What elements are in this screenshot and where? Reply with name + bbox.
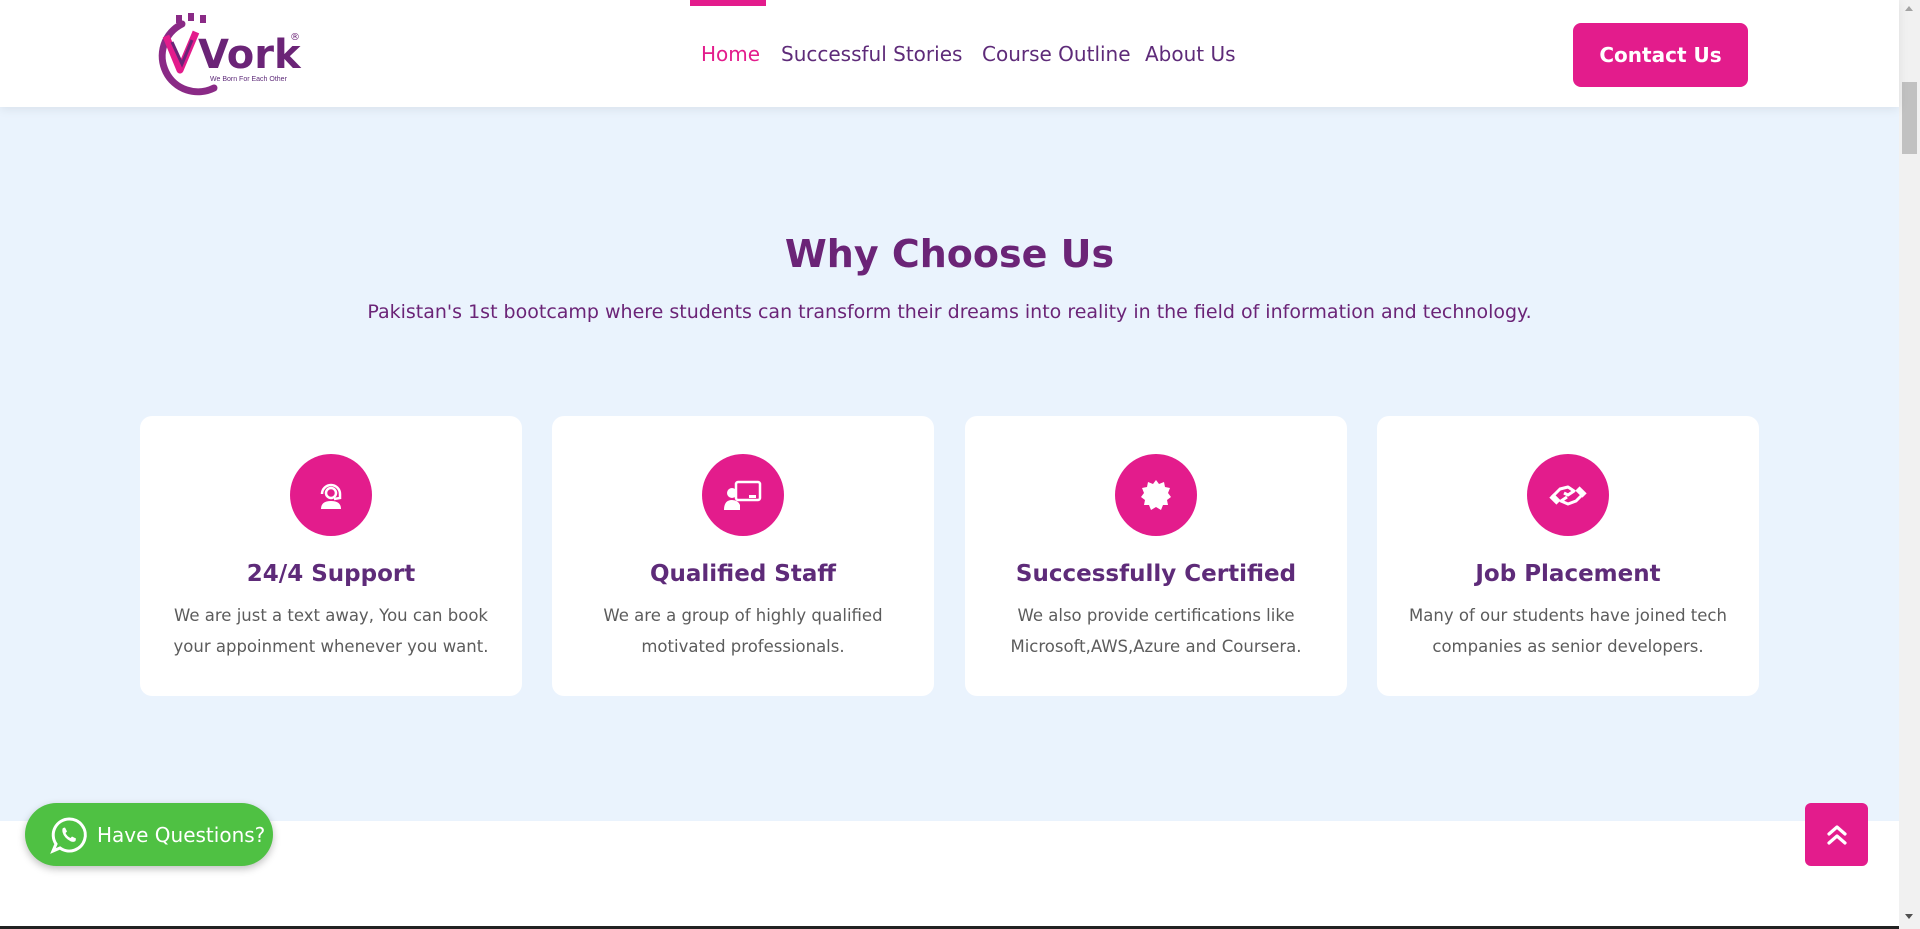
whatsapp-chat-button[interactable]: Have Questions? xyxy=(25,803,273,866)
nav-active-indicator xyxy=(690,0,766,6)
nav-about-us[interactable]: About Us xyxy=(1145,42,1236,66)
vork-logo[interactable]: Vork ® We Born For Each Other xyxy=(142,12,302,96)
whatsapp-icon xyxy=(50,816,88,854)
card-text: Many of our students have joined tech co… xyxy=(1409,606,1727,656)
logo-mark: Vork ® xyxy=(158,13,302,96)
feature-card-certified: Successfully Certified We also provide c… xyxy=(965,416,1347,696)
scroll-to-top-button[interactable] xyxy=(1805,803,1868,866)
support-agent-icon xyxy=(290,454,372,536)
nav-home[interactable]: Home xyxy=(701,42,760,66)
double-chevron-up-icon xyxy=(1826,824,1847,845)
contact-us-button[interactable]: Contact Us xyxy=(1573,23,1748,87)
why-choose-us-section: Why Choose Us Pakistan's 1st bootcamp wh… xyxy=(0,107,1899,821)
vertical-scrollbar[interactable] xyxy=(1899,0,1920,929)
card-text: We are just a text away, You can book yo… xyxy=(173,606,489,656)
feature-card-support: 24/4 Support We are just a text away, Yo… xyxy=(140,416,522,696)
site-header: Vork ® We Born For Each Other Home Succe… xyxy=(0,0,1899,107)
nav-course-outline[interactable]: Course Outline xyxy=(982,42,1131,66)
logo-tagline: We Born For Each Other xyxy=(210,76,287,83)
section-subtitle: Pakistan's 1st bootcamp where students c… xyxy=(367,301,1532,323)
card-text: We also provide certifications like Micr… xyxy=(1010,606,1302,656)
card-text: We are a group of highly qualified motiv… xyxy=(603,606,883,656)
registered-mark: ® xyxy=(290,32,300,43)
scroll-up-arrow-icon[interactable] xyxy=(1905,6,1913,11)
handshake-icon xyxy=(1527,454,1609,536)
certificate-badge-icon xyxy=(1115,454,1197,536)
feature-card-staff: Qualified Staff We are a group of highly… xyxy=(552,416,934,696)
whatsapp-label: Have Questions? xyxy=(97,822,266,847)
feature-card-placement: Job Placement Many of our students have … xyxy=(1377,416,1759,696)
logo-wordmark: Vork xyxy=(198,32,302,78)
card-title: Qualified Staff xyxy=(649,561,837,587)
scroll-down-arrow-icon[interactable] xyxy=(1905,914,1913,919)
teacher-board-icon xyxy=(702,454,784,536)
card-title: 24/4 Support xyxy=(246,561,416,587)
scrollbar-thumb[interactable] xyxy=(1902,82,1917,154)
section-title: Why Choose Us xyxy=(784,232,1115,276)
card-title: Successfully Certified xyxy=(1015,561,1297,587)
card-title: Job Placement xyxy=(1475,561,1661,587)
nav-successful-stories[interactable]: Successful Stories xyxy=(781,42,962,66)
